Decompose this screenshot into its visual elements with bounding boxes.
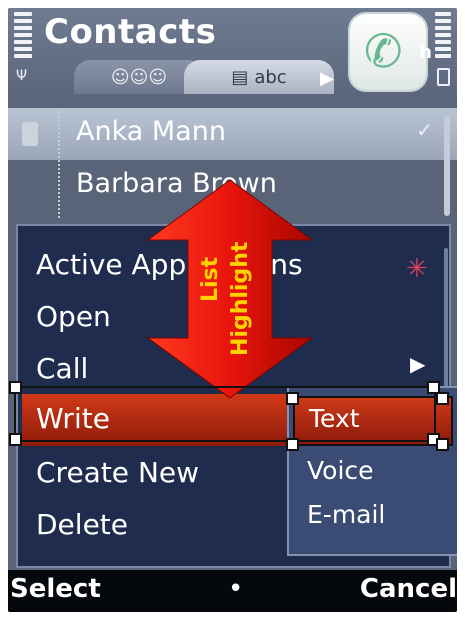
signal-strength-icon: Ψ bbox=[14, 12, 32, 84]
antenna-icon: Ψ bbox=[16, 68, 28, 84]
list-scrollbar[interactable] bbox=[444, 116, 450, 216]
tab-contacts-abc[interactable]: ▤ abc bbox=[184, 60, 334, 94]
card-icon: ▤ bbox=[231, 66, 249, 88]
contact-row-highlighted[interactable]: Anka Mann ✓ bbox=[8, 108, 457, 160]
menu-item-call[interactable]: Call bbox=[36, 352, 88, 385]
softkey-center[interactable]: • bbox=[228, 574, 243, 604]
battery-level-icon bbox=[435, 12, 451, 86]
submenu-arrow-icon: ▶ bbox=[410, 352, 426, 376]
menu-item-delete[interactable]: Delete bbox=[36, 508, 128, 541]
phone-screen: Ψ Contacts ☺☺☺ ▤ abc ▶ ✆ h Anka Mann ✓ B… bbox=[8, 8, 457, 612]
list-divider bbox=[58, 108, 60, 218]
tab-next-arrow-icon[interactable]: ▶ bbox=[320, 68, 334, 89]
title-bar: Ψ Contacts ☺☺☺ ▤ abc ▶ ✆ h bbox=[8, 8, 457, 108]
resize-handle[interactable] bbox=[9, 433, 22, 446]
resize-handle[interactable] bbox=[436, 438, 449, 451]
tab-label: abc bbox=[254, 66, 287, 88]
resize-handle[interactable] bbox=[286, 438, 299, 451]
resize-handle[interactable] bbox=[9, 381, 22, 394]
annotation-line-1: List bbox=[198, 256, 223, 302]
page-title: Contacts bbox=[44, 12, 217, 52]
battery-icon bbox=[437, 68, 450, 86]
multitask-icon: ✳ bbox=[406, 254, 428, 284]
list-highlight-annotation: List Highlight bbox=[144, 178, 316, 400]
group-icon: ☺☺☺ bbox=[110, 66, 168, 88]
annotation-line-2: Highlight bbox=[228, 241, 253, 356]
menu-item-open[interactable]: Open bbox=[36, 300, 111, 333]
resize-handle[interactable] bbox=[436, 392, 449, 405]
resize-handle[interactable] bbox=[286, 392, 299, 405]
app-icon-fragment: h bbox=[419, 42, 432, 63]
contact-name: Anka Mann bbox=[76, 116, 226, 147]
handset-glyph: ✆ bbox=[364, 24, 403, 78]
softkey-select[interactable]: Select bbox=[10, 574, 101, 604]
submenu-item-email[interactable]: E-mail bbox=[307, 500, 385, 529]
tab-bar: ☺☺☺ ▤ abc bbox=[74, 60, 334, 96]
sim-card-icon bbox=[22, 122, 38, 146]
selection-frame-write bbox=[14, 386, 436, 442]
softkey-bar: Select • Cancel bbox=[8, 570, 457, 612]
submenu-item-voice[interactable]: Voice bbox=[307, 456, 374, 485]
menu-scrollbar[interactable] bbox=[444, 248, 448, 388]
softkey-cancel[interactable]: Cancel bbox=[360, 574, 457, 604]
phone-handset-icon: ✆ h bbox=[350, 14, 432, 90]
menu-item-create-new[interactable]: Create New bbox=[36, 456, 199, 489]
checkmark-icon: ✓ bbox=[416, 118, 433, 142]
